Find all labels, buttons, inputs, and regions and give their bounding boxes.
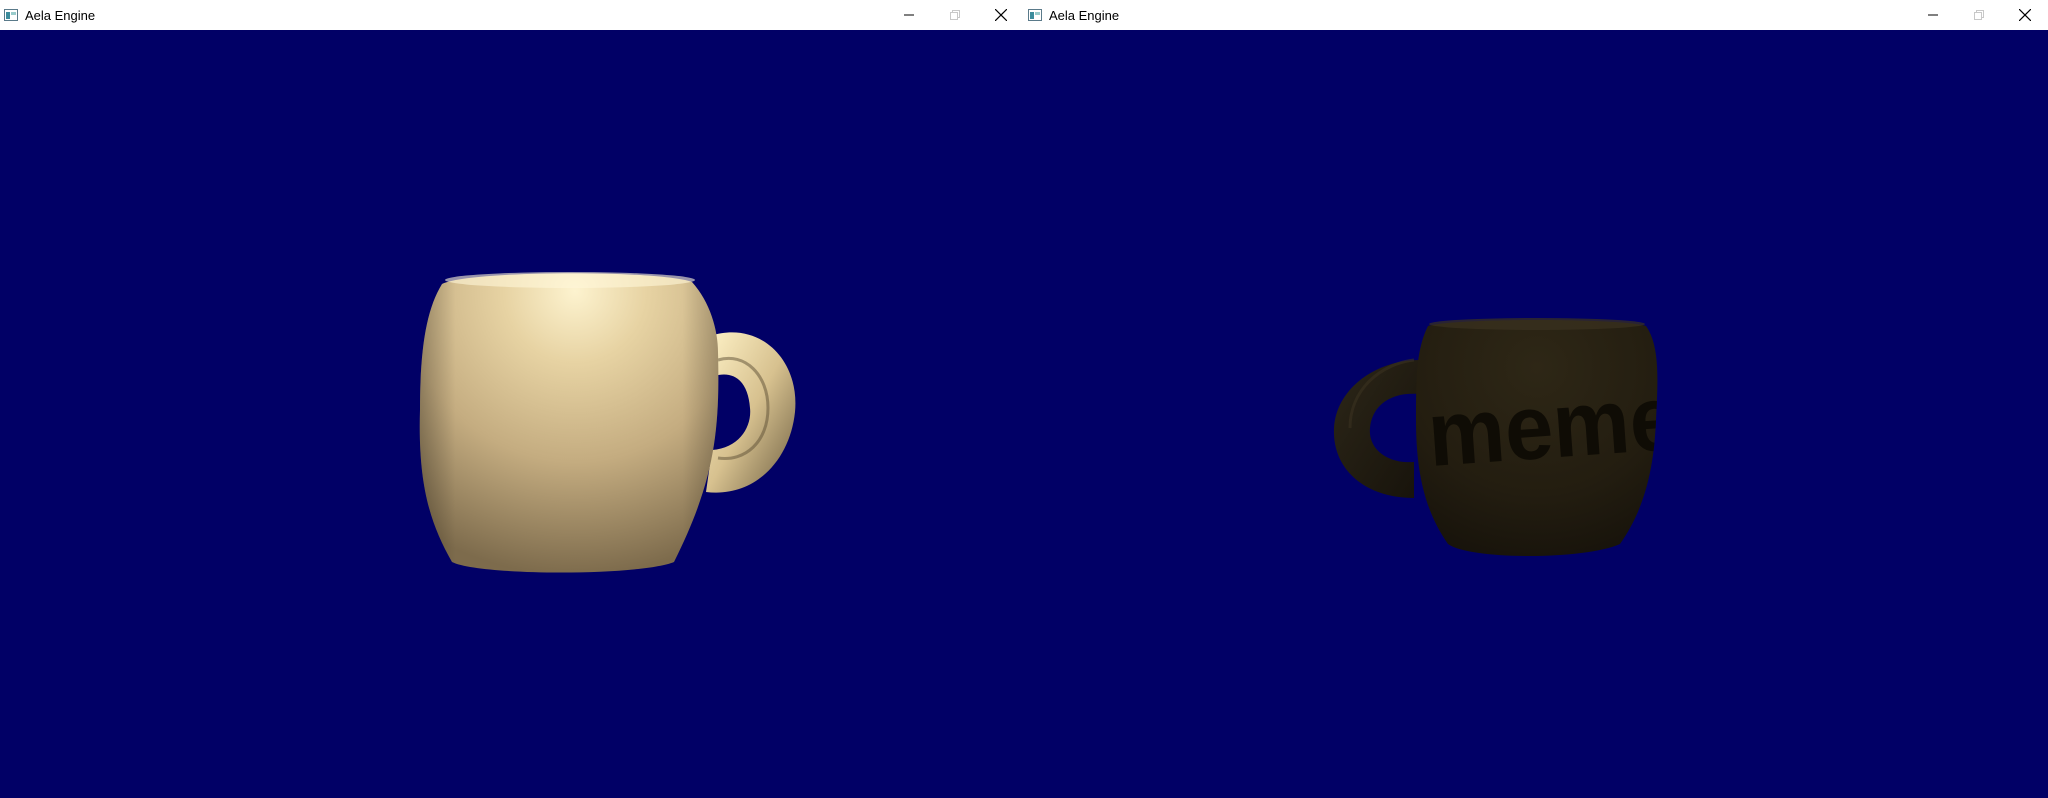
maximize-button[interactable] [932,0,978,30]
minimize-icon [1928,14,1938,16]
engine-window-right[interactable]: Aela Engine meme [1024,0,2048,798]
render-viewport[interactable] [0,30,1024,798]
dark-mug: meme [1333,318,1682,556]
app-icon [3,7,19,23]
close-button[interactable] [2002,0,2048,30]
maximize-icon [1974,10,1984,20]
app-icon [1027,7,1043,23]
maximize-icon [950,10,960,20]
lit-mug [419,272,796,573]
close-icon [995,9,1007,21]
render-viewport[interactable]: meme [1024,30,2048,798]
minimize-icon [904,14,914,16]
close-button[interactable] [978,0,1024,30]
maximize-button[interactable] [1956,0,2002,30]
title-bar[interactable]: Aela Engine [1024,0,2048,30]
engine-window-left[interactable]: Aela Engine [0,0,1024,798]
window-title: Aela Engine [1049,7,1120,23]
minimize-button[interactable] [886,0,932,30]
mug-text: meme [1425,367,1682,486]
close-icon [2019,9,2031,21]
title-bar[interactable]: Aela Engine [0,0,1024,30]
minimize-button[interactable] [1910,0,1956,30]
window-title: Aela Engine [25,7,96,23]
